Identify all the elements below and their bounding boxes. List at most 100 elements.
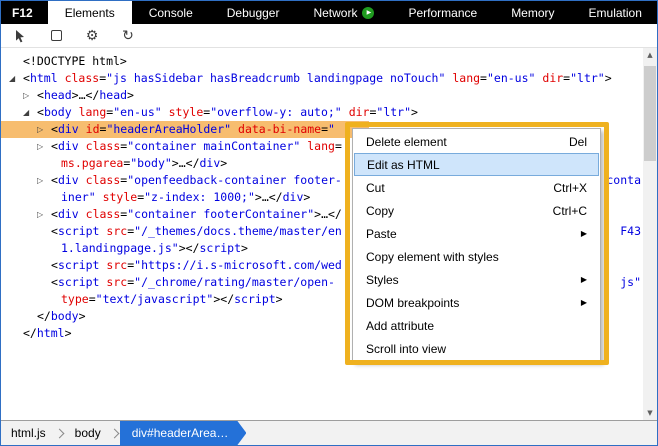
wrapped-code-fragment: js"	[620, 274, 641, 291]
dom-refresh-icon[interactable]: ↻	[119, 27, 137, 45]
submenu-arrow-icon: ▶	[580, 229, 587, 238]
collapse-arrow-icon[interactable]: ◢	[23, 104, 37, 121]
menu-item-edit-as-html[interactable]: Edit as HTML	[354, 153, 599, 176]
scrollbar-thumb[interactable]	[644, 66, 656, 161]
tab-label: Performance	[408, 5, 478, 20]
menu-item-label: Paste	[366, 226, 397, 241]
code-segment: "/_chrome/rating/master/open-	[134, 275, 335, 289]
menu-item-copy[interactable]: Copy Ctrl+C	[353, 199, 600, 222]
menu-item-paste[interactable]: Paste ▶	[353, 222, 600, 245]
code-segment: =	[334, 139, 342, 153]
code-segment: 1.landingpage.js"	[61, 241, 179, 255]
menu-item-shortcut: Del	[568, 134, 587, 149]
expand-arrow-icon[interactable]: ▷	[37, 138, 51, 155]
code-segment: >	[64, 326, 72, 340]
network-play-icon: ▶	[362, 6, 375, 19]
expand-arrow-icon[interactable]: ▷	[37, 206, 51, 223]
code-segment: lang	[307, 139, 335, 153]
code-segment: script	[57, 275, 100, 289]
scroll-down-icon[interactable]: ▼	[643, 406, 657, 420]
line-content: ◢ <body lang="en-us" style="overflow-y: a…	[1, 104, 418, 121]
code-segment: dir	[542, 71, 564, 85]
scroll-up-icon[interactable]: ▲	[643, 48, 657, 62]
code-segment: iner"	[61, 190, 96, 204]
menu-item-cut[interactable]: Cut Ctrl+X	[353, 176, 600, 199]
code-segment: <	[23, 71, 30, 85]
tab-performance[interactable]: Performance	[391, 1, 494, 24]
code-segment: =	[88, 292, 96, 306]
line-content: <script src="/_chrome/rating/master/open…	[1, 274, 335, 291]
breadcrumb-bar: html.js body div#headerArea…	[1, 420, 657, 445]
code-segment: <	[51, 122, 58, 136]
expand-arrow-icon[interactable]: ▷	[37, 121, 51, 138]
tab-debugger[interactable]: Debugger	[210, 1, 297, 24]
tab-memory[interactable]: Memory	[494, 1, 571, 24]
code-segment: body	[50, 309, 79, 323]
breadcrumb-item-body[interactable]: body	[65, 421, 111, 445]
code-segment: div	[57, 122, 79, 136]
code-segment: data-bi-name	[238, 122, 322, 136]
code-segment: F43	[620, 224, 641, 238]
tab-list: Elements Console Debugger Network ▶ Performan…	[47, 1, 657, 24]
menu-item-delete-element[interactable]: Delete element Del	[353, 130, 600, 153]
code-segment: >	[127, 88, 134, 102]
highlight-region-icon[interactable]	[47, 27, 65, 45]
f12-logo: F12	[12, 5, 33, 20]
code-segment: <	[37, 105, 44, 119]
settings-gear-icon[interactable]: ⚙	[83, 27, 101, 45]
vertical-scrollbar[interactable]: ▲ ▼	[643, 48, 657, 420]
code-segment: lang	[78, 105, 107, 119]
menu-item-dom-breakpoints[interactable]: DOM breakpoints ▶	[353, 291, 600, 314]
dom-tree-line[interactable]: ▷ <head>…</head>	[1, 87, 657, 104]
code-segment: class	[85, 207, 121, 221]
tab-label: Emulation	[588, 5, 642, 20]
menu-item-copy-element-with-styles[interactable]: Copy element with styles	[353, 245, 600, 268]
dom-tree-line[interactable]: ◢ <html class = "js hasSidebar hasBreadcrum…	[1, 70, 657, 87]
tab-label: Console	[148, 5, 193, 20]
devtools-tab-bar: F12 Elements Console Debugger Network ▶ Perfo…	[1, 1, 657, 24]
line-content: 1.landingpage.js"></script>	[1, 240, 248, 257]
breadcrumb-item-html-js[interactable]: html.js	[1, 421, 56, 445]
code-segment: "body"	[130, 156, 172, 170]
select-element-icon[interactable]	[11, 27, 29, 45]
line-content: ▷ <div class = "container mainContainer" la…	[1, 138, 342, 155]
menu-item-label: Copy element with styles	[366, 249, 499, 264]
line-content: </html>	[1, 325, 72, 342]
tab-console[interactable]: Console	[132, 1, 210, 24]
line-content: <script src="/_themes/docs.theme/master/…	[1, 223, 342, 240]
code-segment: "container mainContainer"	[127, 139, 301, 153]
line-content: ▷ <head>…</head>	[1, 87, 134, 104]
breadcrumb-separator-icon	[109, 428, 120, 438]
code-segment: >	[220, 156, 228, 170]
code-segment: class	[85, 173, 121, 187]
code-segment: ></	[178, 241, 200, 255]
breadcrumb-item-div-headerarea[interactable]: div#headerArea…	[120, 421, 247, 445]
code-segment: src	[106, 224, 128, 238]
code-segment: </	[23, 326, 37, 340]
collapse-arrow-icon[interactable]: ◢	[9, 70, 23, 87]
expand-arrow-icon[interactable]: ▷	[37, 172, 51, 189]
menu-item-label: Delete element	[366, 134, 447, 149]
code-segment: ms.pgarea	[61, 156, 124, 170]
code-segment: dir	[348, 105, 370, 119]
expand-arrow-icon[interactable]: ▷	[23, 87, 37, 104]
menu-item-add-attribute[interactable]: Add attribute	[353, 314, 600, 337]
dom-tree-line[interactable]: <!DOCTYPE html>	[1, 53, 657, 70]
menu-item-styles[interactable]: Styles ▶	[353, 268, 600, 291]
menu-item-scroll-into-view[interactable]: Scroll into view	[353, 337, 600, 360]
tab-emulation[interactable]: Emulation	[572, 1, 657, 24]
code-segment: <	[37, 88, 44, 102]
code-segment: </	[37, 309, 51, 323]
tab-network[interactable]: Network ▶	[296, 1, 391, 24]
code-segment: script	[57, 224, 100, 238]
code-segment: "js hasSidebar hasBreadcrumb landingpage…	[106, 71, 446, 85]
menu-item-shortcut: Ctrl+C	[552, 203, 587, 218]
tab-elements[interactable]: Elements	[47, 1, 132, 24]
dom-tree-line[interactable]: ◢ <body lang="en-us" style="overflow-y: a…	[1, 104, 657, 121]
line-content: <script src="https://i.s-microsoft.com/w…	[1, 257, 342, 274]
